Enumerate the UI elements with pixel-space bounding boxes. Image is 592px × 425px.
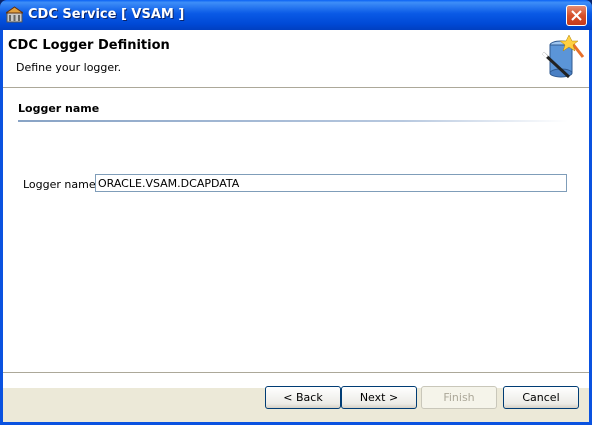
- database-wand-logo: [539, 33, 585, 81]
- logger-name-input[interactable]: [95, 174, 567, 192]
- page-subtitle: Define your logger.: [16, 61, 122, 74]
- section-divider: [18, 120, 568, 122]
- database-app-icon: [4, 6, 25, 23]
- title-bar[interactable]: CDC Service [ VSAM ]: [0, 0, 592, 30]
- dialog-client-area: CDC Logger Definition Define your logger…: [3, 30, 589, 422]
- wizard-header: CDC Logger Definition Define your logger…: [3, 30, 589, 88]
- close-icon: [571, 10, 582, 21]
- back-button[interactable]: < Back: [265, 386, 341, 409]
- next-button[interactable]: Next >: [341, 386, 417, 409]
- dialog-window: CDC Service [ VSAM ] CDC Logger Definiti…: [0, 0, 592, 425]
- finish-button[interactable]: Finish: [421, 386, 497, 409]
- page-title: CDC Logger Definition: [8, 38, 170, 53]
- window-title: CDC Service [ VSAM ]: [28, 7, 185, 22]
- cancel-button[interactable]: Cancel: [503, 386, 579, 409]
- logger-name-label: Logger name:: [23, 178, 100, 191]
- footer-divider: [3, 372, 589, 374]
- section-title: Logger name: [18, 102, 100, 115]
- logger-section: Logger name Logger name:: [3, 88, 589, 388]
- close-button[interactable]: [566, 5, 587, 26]
